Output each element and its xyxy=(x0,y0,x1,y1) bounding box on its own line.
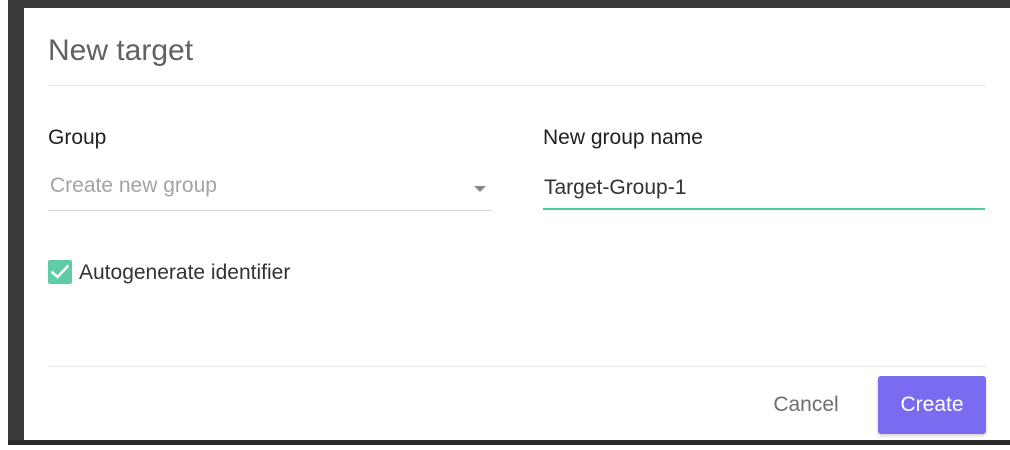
group-label: Group xyxy=(48,126,107,149)
check-icon xyxy=(51,264,69,279)
footer-divider xyxy=(48,366,986,367)
caret-down-icon xyxy=(474,186,486,192)
new-target-dialog: New target Group Create new group New gr… xyxy=(24,8,1008,440)
cancel-button[interactable]: Cancel xyxy=(754,378,858,432)
new-group-name-input[interactable] xyxy=(543,168,985,210)
dialog-title: New target xyxy=(48,34,194,67)
window-edge-bottom xyxy=(8,440,1010,445)
window-edge-left xyxy=(8,0,24,444)
autogenerate-identifier-label: Autogenerate identifier xyxy=(79,261,291,284)
header-divider xyxy=(48,85,986,86)
new-group-name-label: New group name xyxy=(543,126,703,149)
window-edge-top xyxy=(8,0,1010,8)
autogenerate-identifier-checkbox[interactable] xyxy=(48,260,72,284)
create-button[interactable]: Create xyxy=(878,376,986,434)
group-select[interactable]: Create new group xyxy=(48,168,492,211)
group-select-value: Create new group xyxy=(50,174,217,197)
